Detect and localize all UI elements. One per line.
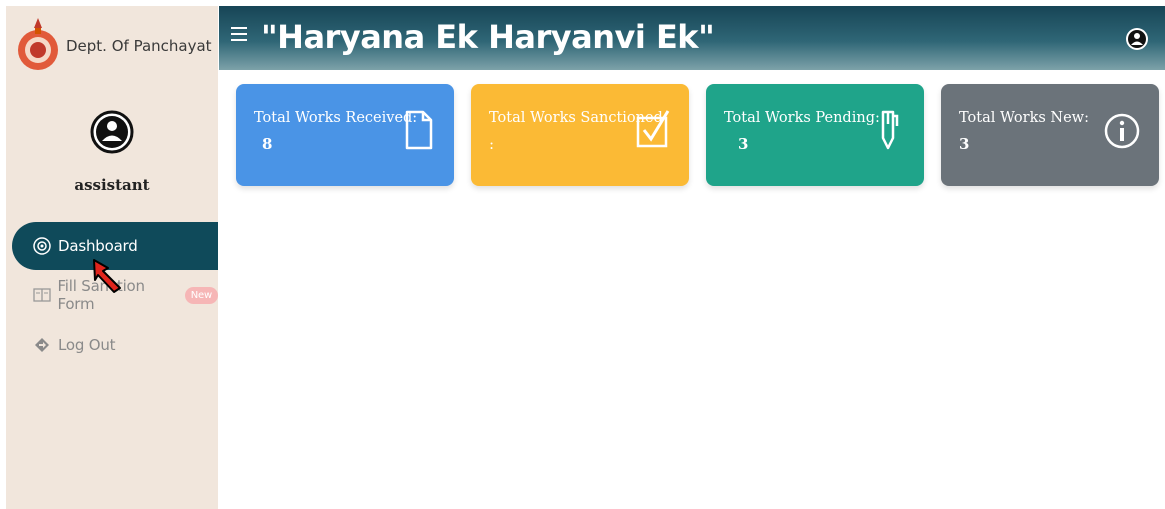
card-value: 3 (738, 135, 749, 153)
new-badge: New (184, 286, 218, 304)
pen-icon (881, 110, 899, 150)
sidebar: Dept. Of Panchayat assistant Dashboard F… (6, 6, 218, 509)
card-label: Total Works New: (959, 110, 1089, 126)
info-icon (1104, 113, 1140, 149)
hamburger-icon[interactable] (229, 23, 251, 45)
red-arrow-annotation (93, 259, 121, 293)
card-total-works-sanctioned[interactable]: Total Works Sanctioned : (471, 84, 689, 186)
sidebar-item-label: Log Out (58, 336, 116, 354)
brand[interactable]: Dept. Of Panchayat (16, 14, 212, 78)
card-value: : (489, 135, 495, 153)
card-value: 3 (959, 135, 970, 153)
user-circle-icon[interactable] (1125, 27, 1149, 51)
dashboard-icon (32, 236, 52, 256)
card-label: Total Works Received: (254, 110, 418, 126)
logout-icon (32, 335, 52, 355)
sidebar-item-label: Dashboard (58, 237, 138, 255)
sidebar-item-log-out[interactable]: Log Out (12, 321, 218, 369)
card-total-works-new[interactable]: Total Works New: 3 (941, 84, 1159, 186)
haryana-emblem-icon (16, 16, 60, 76)
avatar (90, 110, 134, 154)
card-total-works-received[interactable]: Total Works Received: 8 (236, 84, 454, 186)
brand-name: Dept. Of Panchayat (66, 37, 212, 55)
card-label: Total Works Pending: (724, 110, 880, 126)
username: assistant (74, 176, 150, 194)
page-title: "Haryana Ek Haryanvi Ek" (261, 18, 715, 56)
form-icon (32, 285, 51, 305)
card-value: 8 (262, 135, 273, 153)
document-icon (405, 110, 433, 150)
checkbox-icon (636, 110, 670, 148)
card-total-works-pending[interactable]: Total Works Pending: 3 (706, 84, 924, 186)
top-header: "Haryana Ek Haryanvi Ek" (219, 6, 1165, 70)
